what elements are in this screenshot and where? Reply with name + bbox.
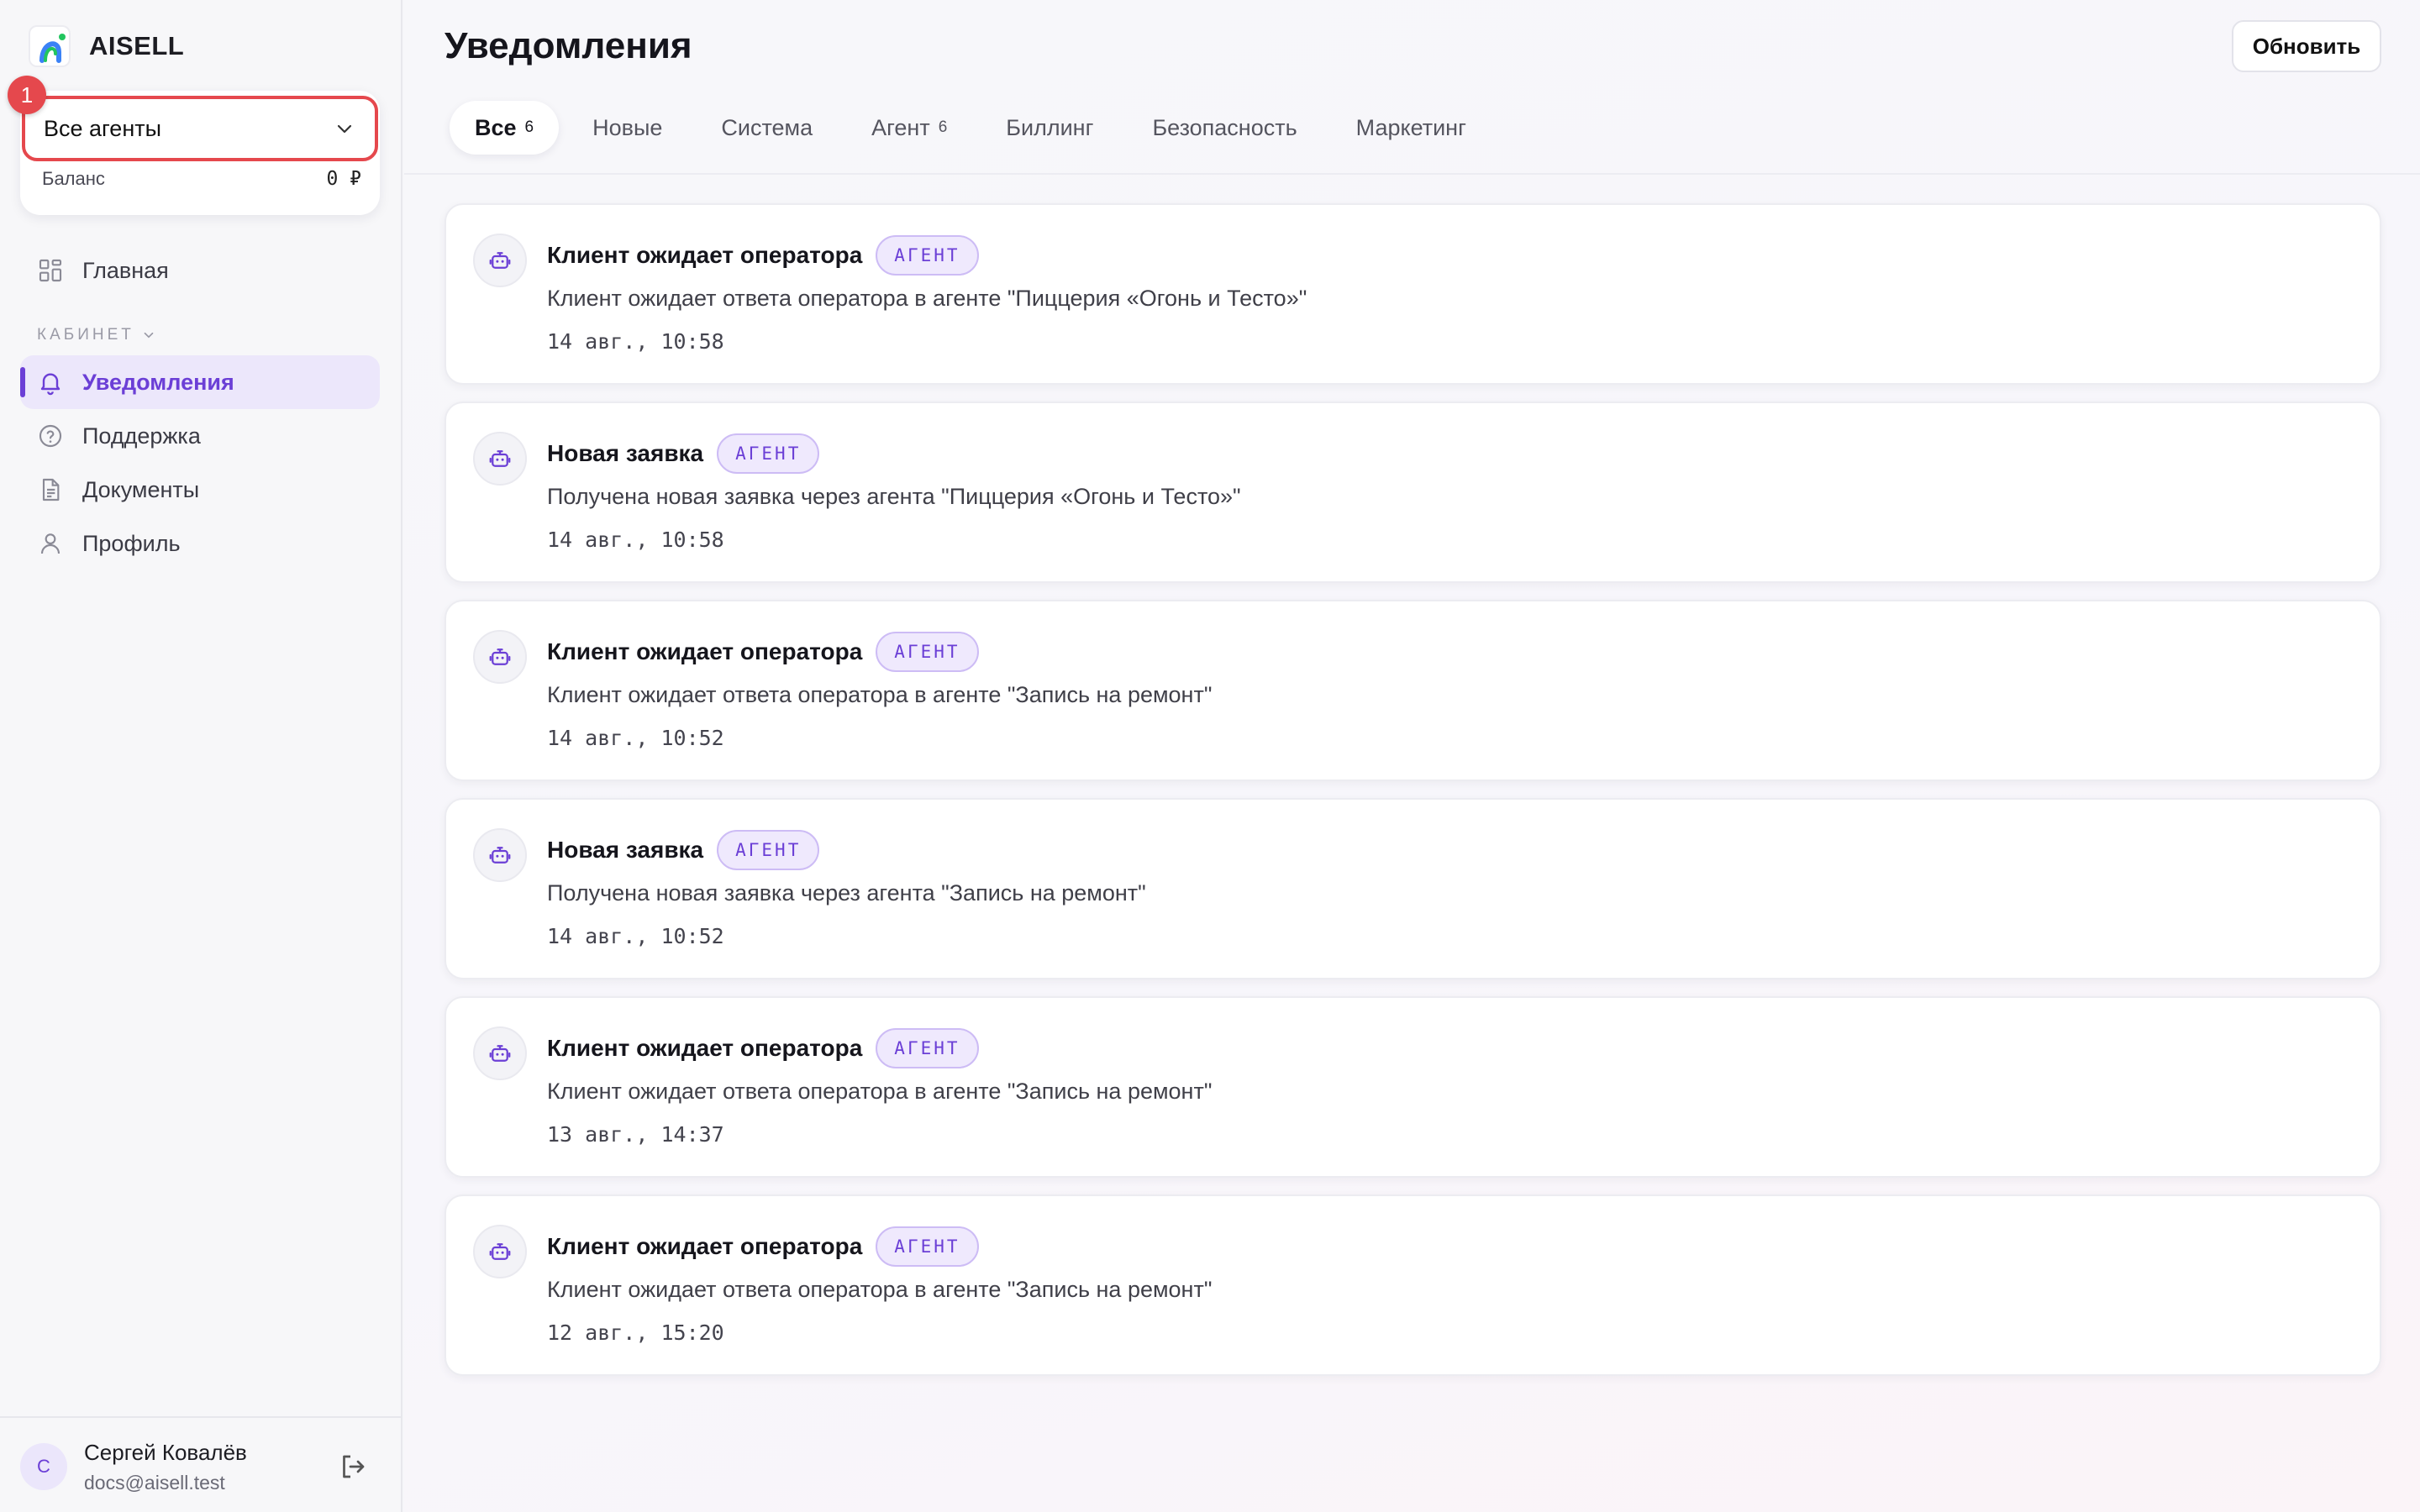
category-badge: АГЕНТ: [876, 235, 979, 276]
notification-title: Новая заявка: [547, 440, 704, 466]
category-badge: АГЕНТ: [717, 830, 820, 870]
notification-title: Новая заявка: [547, 837, 704, 863]
tab-system[interactable]: Система: [696, 101, 838, 155]
page-title: Уведомления: [445, 25, 692, 66]
user-block: С Сергей Ковалёв docs@aisell.test: [0, 1416, 402, 1512]
balance-row: Баланс 0 ₽: [42, 168, 361, 190]
active-indicator: [20, 367, 25, 397]
robot-icon: [473, 630, 527, 684]
sidebar-item-label: Уведомления: [82, 369, 234, 395]
category-badge: АГЕНТ: [876, 632, 979, 672]
sidebar-item-home[interactable]: Главная: [20, 244, 380, 297]
filter-tabs: Все 6 Новые Система Агент 6 Биллинг Безо…: [450, 101, 1491, 155]
notification-card[interactable]: Клиент ожидает оператора АГЕНТ Клиент ож…: [445, 1194, 2381, 1376]
chevron-down-icon: [144, 332, 154, 339]
robot-icon: [473, 432, 527, 486]
agent-select[interactable]: Все агенты: [22, 96, 378, 161]
sidebar-item-notifications[interactable]: Уведомления: [20, 355, 380, 409]
notification-text: Клиент ожидает ответа оператора в агенте…: [547, 1079, 1213, 1104]
divider: [404, 173, 2420, 175]
brand-name: AISELL: [89, 31, 185, 60]
notification-head: Новая заявка АГЕНТ: [547, 432, 820, 475]
grid-icon: [39, 259, 62, 282]
notification-text: Получена новая заявка через агента "Запи…: [547, 880, 1146, 906]
user-name: Сергей Ковалёв: [84, 1440, 247, 1465]
tab-label: Безопасность: [1152, 114, 1297, 140]
notification-card[interactable]: Новая заявка АГЕНТ Получена новая заявка…: [445, 798, 2381, 979]
avatar[interactable]: С: [20, 1443, 67, 1490]
sidebar-item-label: Поддержка: [82, 423, 201, 449]
tab-all[interactable]: Все 6: [450, 101, 560, 155]
robot-icon: [473, 828, 527, 882]
tab-label: Система: [721, 114, 813, 140]
main-content: Уведомления Обновить Все 6 Новые Система…: [404, 0, 2420, 1512]
notification-title: Клиент ожидает оператора: [547, 1035, 863, 1061]
logo-icon: [29, 25, 71, 67]
sidebar-item-profile[interactable]: Профиль: [20, 517, 380, 570]
notification-card[interactable]: Клиент ожидает оператора АГЕНТ Клиент ож…: [445, 203, 2381, 385]
notification-text: Клиент ожидает ответа оператора в агенте…: [547, 1277, 1213, 1302]
sidebar: AISELL Все агенты 1 Баланс 0 ₽ Главная К…: [0, 0, 402, 1512]
robot-icon: [473, 1225, 527, 1278]
notification-title: Клиент ожидает оператора: [547, 638, 863, 664]
chevron-down-icon: [337, 124, 352, 134]
tab-label: Новые: [592, 114, 663, 140]
balance-label: Баланс: [42, 168, 105, 189]
tab-marketing[interactable]: Маркетинг: [1331, 101, 1491, 155]
sidebar-item-label: Документы: [82, 476, 200, 502]
sidebar-item-label: Профиль: [82, 530, 181, 556]
notification-list: Клиент ожидает оператора АГЕНТ Клиент ож…: [445, 203, 2381, 1393]
tab-count: 6: [524, 118, 534, 136]
tab-label: Биллинг: [1006, 114, 1094, 140]
tab-billing[interactable]: Биллинг: [981, 101, 1118, 155]
balance-value: 0 ₽: [326, 168, 361, 190]
user-icon: [40, 533, 60, 554]
refresh-button[interactable]: Обновить: [2232, 20, 2381, 72]
sidebar-item-label: Главная: [82, 257, 169, 283]
notification-time: 14 авг., 10:52: [547, 726, 724, 750]
bell-icon: [40, 373, 60, 396]
notification-time: 14 авг., 10:58: [547, 329, 724, 354]
notification-time: 13 авг., 14:37: [547, 1122, 724, 1147]
notification-card[interactable]: Новая заявка АГЕНТ Получена новая заявка…: [445, 402, 2381, 583]
tab-count: 6: [938, 118, 948, 136]
step-badge: 1: [8, 76, 46, 114]
document-icon: [42, 478, 60, 501]
notification-time: 14 авг., 10:58: [547, 528, 724, 552]
sidebar-item-support[interactable]: Поддержка: [20, 409, 380, 463]
user-email: docs@aisell.test: [84, 1472, 225, 1494]
category-badge: АГЕНТ: [717, 433, 820, 474]
notification-head: Новая заявка АГЕНТ: [547, 828, 820, 872]
logout-icon[interactable]: [338, 1452, 368, 1482]
help-circle-icon: [39, 424, 62, 448]
notification-title: Клиент ожидает оператора: [547, 1233, 863, 1259]
agent-select-value: Все агенты: [44, 115, 161, 141]
notification-card[interactable]: Клиент ожидает оператора АГЕНТ Клиент ож…: [445, 996, 2381, 1178]
tab-label: Агент: [871, 114, 930, 140]
notification-title: Клиент ожидает оператора: [547, 242, 863, 268]
section-label-text: КАБИНЕТ: [37, 326, 134, 344]
notification-text: Клиент ожидает ответа оператора в агенте…: [547, 286, 1307, 311]
sidebar-item-documents[interactable]: Документы: [20, 463, 380, 517]
tab-label: Маркетинг: [1355, 114, 1466, 140]
notification-text: Получена новая заявка через агента "Пицц…: [547, 484, 1241, 509]
category-badge: АГЕНТ: [876, 1226, 979, 1267]
notification-text: Клиент ожидает ответа оператора в агенте…: [547, 682, 1213, 707]
notification-time: 12 авг., 15:20: [547, 1320, 724, 1345]
notification-head: Клиент ожидает оператора АГЕНТ: [547, 630, 979, 674]
robot-icon: [473, 1026, 527, 1080]
notification-card[interactable]: Клиент ожидает оператора АГЕНТ Клиент ож…: [445, 600, 2381, 781]
notification-time: 14 авг., 10:52: [547, 924, 724, 948]
robot-icon: [473, 234, 527, 287]
notification-head: Клиент ожидает оператора АГЕНТ: [547, 1026, 979, 1070]
category-badge: АГЕНТ: [876, 1028, 979, 1068]
tab-agent[interactable]: Агент 6: [846, 101, 972, 155]
tab-new[interactable]: Новые: [567, 101, 687, 155]
tab-label: Все: [475, 114, 517, 140]
notification-head: Клиент ожидает оператора АГЕНТ: [547, 1225, 979, 1268]
tab-security[interactable]: Безопасность: [1127, 101, 1322, 155]
section-label-cabinet[interactable]: КАБИНЕТ: [37, 326, 156, 344]
brand-logo[interactable]: AISELL: [29, 25, 184, 67]
notification-head: Клиент ожидает оператора АГЕНТ: [547, 234, 979, 277]
